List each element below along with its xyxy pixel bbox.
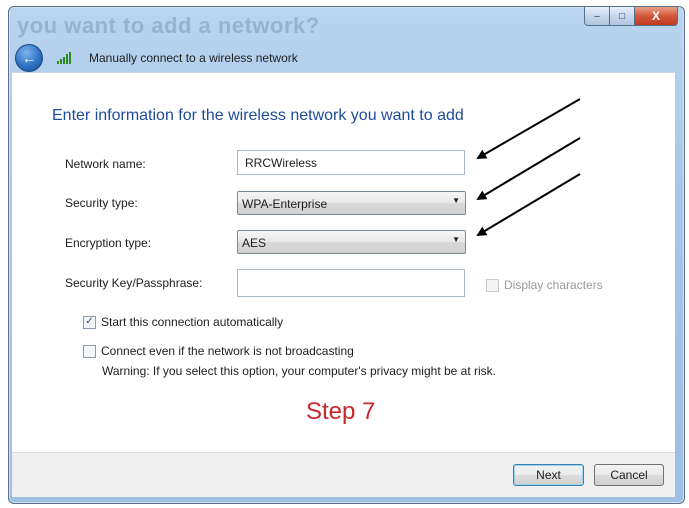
arrow-network-name <box>476 98 581 160</box>
arrow-encryption-type <box>476 173 581 237</box>
arrow-security-type <box>476 137 581 201</box>
annotation-arrows <box>476 98 581 237</box>
